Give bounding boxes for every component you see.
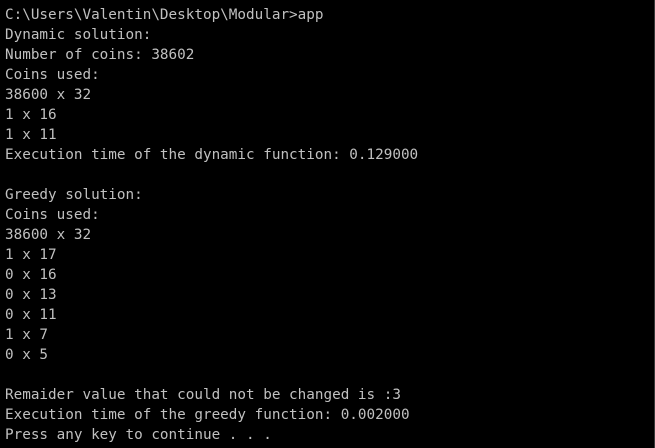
greedy-coin-line: 1 x 7 (5, 327, 49, 343)
dynamic-coin-line: 1 x 16 (5, 107, 57, 123)
console-window[interactable]: C:\Users\Valentin\Desktop\Modular>app Dy… (0, 0, 655, 448)
remainder-value-line: Remaider value that could not be changed… (5, 387, 401, 403)
greedy-coin-line: 0 x 5 (5, 347, 49, 363)
number-of-coins-line: Number of coins: 38602 (5, 47, 195, 63)
greedy-coin-line: 0 x 11 (5, 307, 57, 323)
greedy-coin-line: 1 x 17 (5, 247, 57, 263)
prompt-command-line: C:\Users\Valentin\Desktop\Modular>app (5, 7, 324, 23)
greedy-coin-line: 0 x 16 (5, 267, 57, 283)
dynamic-coin-line: 1 x 11 (5, 127, 57, 143)
greedy-coin-line: 0 x 13 (5, 287, 57, 303)
press-any-key-prompt: Press any key to continue . . . (5, 427, 272, 443)
greedy-coin-line: 38600 x 32 (5, 227, 92, 243)
greedy-execution-time-line: Execution time of the greedy function: 0… (5, 407, 410, 423)
greedy-solution-heading: Greedy solution: (5, 187, 143, 203)
console-output[interactable]: C:\Users\Valentin\Desktop\Modular>app Dy… (5, 5, 418, 445)
dynamic-solution-heading: Dynamic solution: (5, 27, 152, 43)
dynamic-coins-used-label: Coins used: (5, 67, 100, 83)
dynamic-coin-line: 38600 x 32 (5, 87, 92, 103)
dynamic-execution-time-line: Execution time of the dynamic function: … (5, 147, 419, 163)
greedy-coins-used-label: Coins used: (5, 207, 100, 223)
